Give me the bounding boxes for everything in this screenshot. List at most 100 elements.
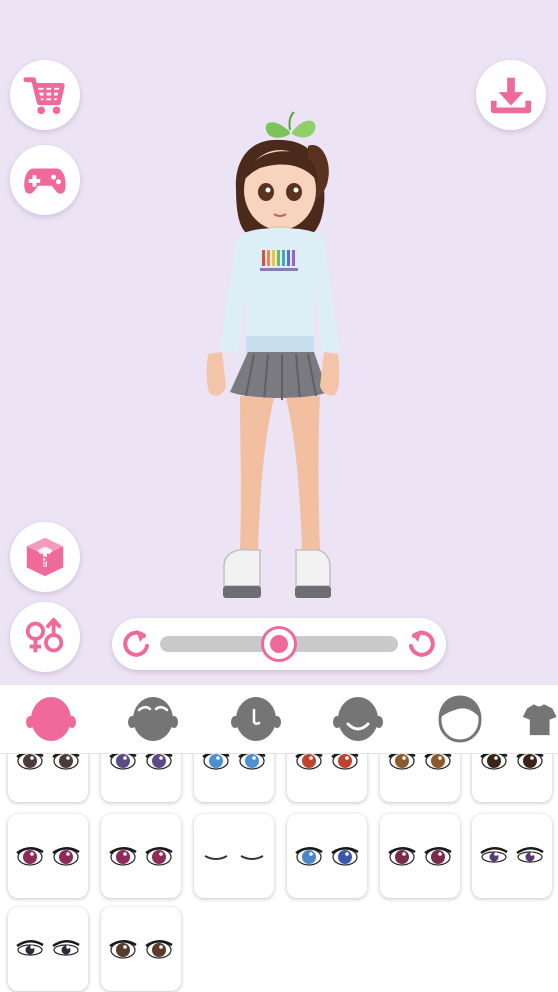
svg-text:?: ? bbox=[41, 554, 48, 569]
eye-iris bbox=[302, 754, 316, 768]
eye-option-bold[interactable] bbox=[380, 814, 460, 898]
eye-iris bbox=[116, 943, 130, 957]
eye-glint bbox=[159, 852, 163, 856]
eye-pair-preview bbox=[388, 754, 452, 770]
face-icon bbox=[26, 697, 76, 741]
eye-pair-preview bbox=[480, 847, 544, 863]
eye-iris bbox=[395, 850, 409, 864]
avatar-character[interactable] bbox=[190, 110, 370, 620]
eye-iris bbox=[209, 754, 223, 768]
nose-icon bbox=[231, 697, 281, 741]
eye-option-almond[interactable] bbox=[8, 907, 88, 991]
eye-glint bbox=[494, 852, 498, 856]
eye-glint bbox=[309, 852, 313, 856]
tab-clothing[interactable] bbox=[520, 691, 558, 747]
eye-glint bbox=[216, 756, 220, 760]
avatar-stage: ? bbox=[0, 0, 558, 685]
eye-glint bbox=[345, 756, 349, 760]
eye-options-grid bbox=[0, 754, 558, 992]
download-icon bbox=[490, 77, 532, 114]
eye-option-blue[interactable] bbox=[194, 754, 274, 802]
eye-iris bbox=[152, 943, 166, 957]
eye-pair-preview bbox=[204, 855, 264, 860]
eye-glint bbox=[66, 852, 70, 856]
tab-nose[interactable] bbox=[226, 691, 286, 747]
eye-option-lashes[interactable] bbox=[101, 814, 181, 898]
eye-pair-preview bbox=[295, 847, 359, 866]
eye-pair-preview bbox=[388, 847, 452, 866]
eye-glint bbox=[402, 852, 406, 856]
eye-glint bbox=[66, 756, 70, 760]
eye-glint bbox=[252, 756, 256, 760]
eye-iris bbox=[523, 754, 537, 768]
eye-glint bbox=[345, 852, 349, 856]
eye-option-amber[interactable] bbox=[380, 754, 460, 802]
eye-glint bbox=[30, 756, 34, 760]
eye-glint bbox=[123, 945, 127, 949]
eye-iris bbox=[59, 754, 73, 768]
eye-pair-preview bbox=[109, 940, 173, 959]
rotation-slider[interactable] bbox=[112, 618, 446, 670]
eye-glint bbox=[402, 756, 406, 760]
tab-hair[interactable] bbox=[430, 691, 490, 747]
eye-glint bbox=[66, 945, 70, 949]
games-button[interactable] bbox=[10, 145, 80, 215]
eye-pair-preview bbox=[295, 754, 359, 770]
eye-pair-preview bbox=[16, 940, 80, 956]
eye-option-narrow[interactable] bbox=[472, 814, 552, 898]
tab-eyebrows[interactable] bbox=[123, 691, 183, 747]
shop-button[interactable] bbox=[10, 60, 80, 130]
mouth-icon bbox=[333, 697, 383, 741]
eye-glint bbox=[123, 756, 127, 760]
eye-iris bbox=[245, 754, 259, 768]
eye-option-heterochromia[interactable] bbox=[287, 814, 367, 898]
rotate-right-icon[interactable] bbox=[404, 626, 440, 662]
eye-option-magenta[interactable] bbox=[8, 814, 88, 898]
tab-mouth[interactable] bbox=[328, 691, 388, 747]
eye-iris bbox=[431, 850, 445, 864]
eye-glint bbox=[530, 852, 534, 856]
eye-iris bbox=[59, 850, 73, 864]
eye-glint bbox=[30, 852, 34, 856]
eye-glint bbox=[159, 945, 163, 949]
mystery-box-icon: ? bbox=[26, 537, 64, 577]
eye-glint bbox=[159, 756, 163, 760]
eye-glint bbox=[30, 945, 34, 949]
eye-iris bbox=[338, 754, 352, 768]
eye-option-dark[interactable] bbox=[8, 754, 88, 802]
eye-option-red[interactable] bbox=[287, 754, 367, 802]
eye-glint bbox=[438, 756, 442, 760]
eye-pair-preview bbox=[16, 754, 80, 770]
eye-option-soft[interactable] bbox=[101, 907, 181, 991]
rotate-left-icon[interactable] bbox=[118, 626, 154, 662]
eye-iris bbox=[152, 754, 166, 768]
tab-face[interactable] bbox=[21, 691, 81, 747]
closed-eye-line bbox=[240, 855, 264, 860]
eye-option-round[interactable] bbox=[472, 754, 552, 802]
eye-option-closed[interactable] bbox=[194, 814, 274, 898]
gamepad-icon bbox=[24, 168, 66, 194]
eye-option-sparkle[interactable] bbox=[101, 754, 181, 802]
gender-swap-icon bbox=[25, 617, 64, 653]
shirt-icon bbox=[522, 704, 557, 736]
closed-eye-line bbox=[204, 855, 228, 860]
gender-swap-button[interactable] bbox=[10, 602, 80, 672]
eye-pair-preview bbox=[480, 754, 544, 770]
eye-iris bbox=[338, 850, 352, 864]
category-tab-bar bbox=[0, 685, 558, 754]
eye-iris bbox=[116, 754, 130, 768]
eye-glint bbox=[438, 852, 442, 856]
eye-glint bbox=[123, 852, 127, 856]
eye-iris bbox=[302, 850, 316, 864]
eye-iris bbox=[23, 850, 37, 864]
eye-iris bbox=[152, 850, 166, 864]
download-button[interactable] bbox=[476, 60, 546, 130]
eye-iris bbox=[487, 754, 501, 768]
random-outfit-button[interactable]: ? bbox=[10, 522, 80, 592]
shopping-cart-icon bbox=[23, 77, 65, 115]
rotation-slider-knob[interactable] bbox=[261, 626, 297, 662]
eye-glint bbox=[309, 756, 313, 760]
eye-pair-preview bbox=[109, 847, 173, 866]
eye-pair-preview bbox=[202, 754, 266, 770]
eye-pair-preview bbox=[109, 754, 173, 770]
